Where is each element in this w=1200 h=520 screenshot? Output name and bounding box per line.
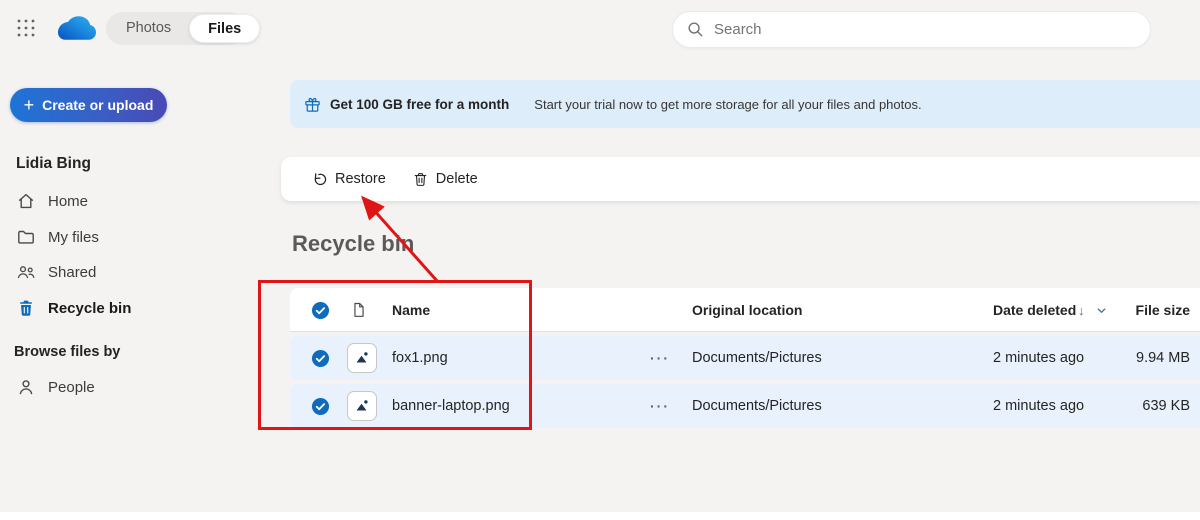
search-input[interactable] [714, 21, 1136, 38]
original-location: Documents/Pictures [692, 398, 822, 414]
sidebar-item-label: Recycle bin [48, 299, 132, 317]
banner-subtitle: Start your trial now to get more storage… [534, 96, 922, 112]
search-icon [687, 21, 704, 38]
image-file-icon [347, 336, 377, 380]
gift-icon [304, 96, 321, 113]
folder-icon [16, 227, 36, 247]
plus-icon: + [23, 95, 35, 115]
image-file-icon [347, 384, 377, 428]
view-toggle: Photos Files [106, 12, 261, 45]
trash-icon [412, 171, 429, 188]
select-all-checkbox[interactable] [311, 288, 330, 332]
sidebar-item-label: Shared [48, 263, 97, 281]
sidebar-item-label: Home [48, 192, 89, 210]
row-checkbox-checked[interactable] [311, 336, 330, 380]
column-header-original-location[interactable]: Original location [692, 288, 802, 332]
onedrive-logo-icon[interactable] [56, 14, 98, 42]
promo-banner[interactable]: Get 100 GB free for a month Start your t… [290, 80, 1200, 128]
sidebar-item-label: My files [48, 228, 99, 246]
user-name: Lidia Bing [16, 155, 91, 172]
sidebar-item-home[interactable]: Home [8, 184, 258, 218]
column-header-date-deleted[interactable]: Date deleted [993, 288, 1076, 332]
command-toolbar: Restore Delete [281, 157, 1200, 201]
file-size: 9.94 MB [1136, 350, 1190, 366]
file-name[interactable]: fox1.png [392, 336, 448, 380]
date-deleted: 2 minutes ago [993, 398, 1085, 414]
sidebar-item-my-files[interactable]: My files [8, 220, 258, 254]
sidebar-item-recycle-bin[interactable]: Recycle bin [8, 291, 258, 325]
restore-icon [311, 171, 328, 188]
delete-button[interactable]: Delete [402, 164, 488, 195]
create-or-upload-button[interactable]: + Create or upload [10, 88, 167, 122]
toggle-files[interactable]: Files [189, 14, 261, 43]
delete-label: Delete [435, 171, 478, 187]
row-checkbox-checked[interactable] [311, 384, 330, 428]
search-bar[interactable] [672, 11, 1151, 48]
toggle-photos[interactable]: Photos [108, 14, 189, 43]
table-row[interactable]: banner-laptop.png ··· Documents/Pictures… [290, 384, 1200, 428]
date-deleted: 2 minutes ago [993, 350, 1085, 366]
file-type-column-icon[interactable] [350, 288, 368, 332]
table-row[interactable]: fox1.png ··· Documents/Pictures 2 minute… [290, 336, 1200, 380]
person-icon [16, 377, 36, 397]
home-icon [16, 191, 36, 211]
restore-label: Restore [335, 171, 386, 187]
bottom-strip [0, 512, 1200, 520]
restore-button[interactable]: Restore [301, 164, 396, 195]
table-header-row: Name Original location Date deleted ↓ Fi… [290, 288, 1200, 332]
page-title: Recycle bin [292, 231, 415, 256]
column-header-name[interactable]: Name [392, 288, 430, 332]
app-launcher-icon[interactable] [16, 18, 36, 38]
create-or-upload-label: Create or upload [42, 97, 154, 113]
sort-descending-icon[interactable]: ↓ [1078, 288, 1085, 332]
more-options-icon[interactable]: ··· [650, 384, 670, 428]
sidebar-item-shared[interactable]: Shared [8, 255, 258, 289]
banner-title: Get 100 GB free for a month [330, 96, 510, 112]
chevron-down-icon[interactable] [1096, 288, 1107, 332]
original-location: Documents/Pictures [692, 350, 822, 366]
column-header-file-size[interactable]: File size [1136, 288, 1190, 332]
recycle-bin-icon [16, 298, 36, 318]
more-options-icon[interactable]: ··· [650, 336, 670, 380]
sidebar-item-label: People [48, 378, 95, 396]
browse-files-by-header: Browse files by [14, 344, 121, 360]
file-name[interactable]: banner-laptop.png [392, 384, 510, 428]
people-icon [16, 262, 36, 282]
sidebar-item-people[interactable]: People [8, 370, 258, 404]
file-size: 639 KB [1142, 398, 1190, 414]
